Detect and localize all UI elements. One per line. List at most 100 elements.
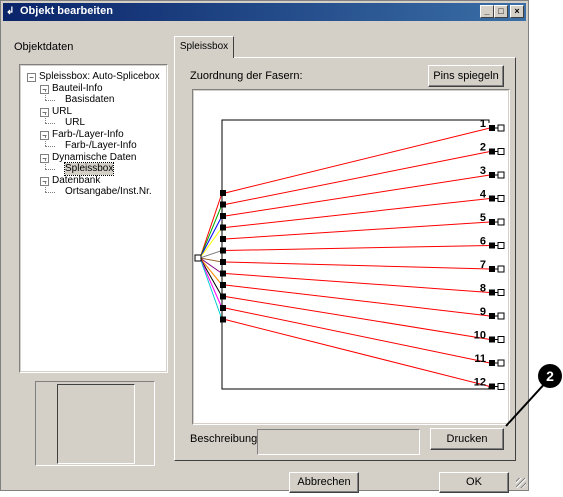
pin-label: 1: [480, 118, 486, 130]
tree-item[interactable]: Farb-/Layer-Info: [65, 140, 137, 152]
objektdaten-label: Objektdaten: [14, 41, 74, 53]
right-pin: [489, 266, 495, 272]
pin-connector: [497, 336, 505, 343]
minimize-button[interactable]: _: [480, 5, 494, 18]
left-pin: [220, 316, 226, 323]
pin-connector: [497, 312, 505, 320]
tree-item[interactable]: Farb-/Layer-Info: [52, 129, 124, 141]
tree-item[interactable]: Dynamische Daten: [52, 152, 136, 164]
right-pin: [489, 219, 495, 225]
tree-item[interactable]: Basisdaten: [65, 94, 114, 106]
tree-connector: [45, 136, 46, 146]
maximize-button[interactable]: □: [494, 5, 508, 18]
app-icon: ↲: [6, 6, 15, 17]
close-button[interactable]: ×: [510, 5, 524, 18]
splice-line: [224, 245, 491, 251]
pin-label: 7: [480, 259, 486, 271]
left-pin: [220, 259, 226, 265]
object-tree[interactable]: − Spleissbox: Auto-Splicebox − Bauteil-Info…: [21, 66, 166, 371]
window-title: Objekt bearbeiten: [20, 5, 113, 17]
pin-label: 3: [480, 165, 486, 177]
pin-connector: [497, 218, 505, 226]
input-connector: [194, 254, 202, 262]
tree-item[interactable]: Datenbank: [52, 175, 100, 187]
pin-label: 2: [480, 142, 486, 154]
splice-line: [224, 127, 491, 194]
tree-item[interactable]: Spleissbox: [63, 162, 115, 176]
mirror-pins-button[interactable]: Pins spiegeln: [428, 65, 504, 87]
pin-connector: [497, 265, 505, 273]
pin-label: 10: [474, 330, 486, 342]
preview-box: [57, 384, 135, 464]
left-pin: [220, 247, 226, 254]
tree-connector: [45, 90, 46, 100]
splice-canvas: 1 2 3 4 5 6 7 8 9 10 11 12: [194, 91, 508, 423]
splice-line: [224, 174, 491, 217]
tree-connector: [45, 192, 55, 193]
tree-connector: [45, 169, 55, 170]
description-label: Beschreibung:: [190, 433, 261, 445]
left-pin: [220, 190, 226, 196]
right-pin: [489, 148, 495, 155]
splice-line: [224, 319, 491, 387]
tree-item[interactable]: URL: [65, 117, 85, 129]
left-pin: [220, 236, 226, 242]
pin-label: 4: [480, 189, 487, 201]
tree-item[interactable]: Bauteil-Info: [52, 83, 103, 95]
right-pin: [489, 125, 495, 131]
right-pin: [489, 383, 495, 390]
fiber-line: [199, 257, 223, 297]
pin-label: 9: [480, 306, 486, 318]
left-pin: [220, 305, 226, 311]
pin-connector: [497, 195, 505, 202]
splice-line: [224, 296, 491, 340]
right-pin: [489, 195, 495, 202]
pin-label: 5: [480, 212, 486, 224]
cancel-button[interactable]: Abbrechen: [289, 472, 359, 493]
tree-connector: [45, 100, 55, 101]
tree-item[interactable]: Spleissbox: Auto-Splicebox: [39, 71, 160, 83]
splice-line: [224, 221, 491, 240]
tree-item[interactable]: Ortsangabe/Inst.Nr.: [65, 186, 152, 198]
pin-label: 12: [474, 377, 486, 389]
callout-overlay: 2: [505, 364, 562, 427]
box-outline: [221, 119, 490, 390]
left-pin: [220, 201, 226, 208]
ok-button[interactable]: OK: [439, 472, 509, 493]
tree-item[interactable]: URL: [52, 106, 72, 118]
pin-label: 6: [480, 236, 486, 248]
pin-connector: [497, 124, 505, 132]
title-bar[interactable]: ↲ Objekt bearbeiten _ □ ×: [3, 3, 526, 21]
left-pin: [220, 213, 226, 219]
right-pin: [489, 172, 495, 178]
fiber-line: [199, 257, 223, 320]
left-pin: [220, 282, 226, 288]
right-pin: [489, 360, 495, 366]
callout-number: 2: [546, 368, 554, 384]
pin-connector: [497, 289, 505, 296]
pin-connector: [497, 148, 505, 155]
pin-connector: [497, 171, 505, 179]
splice-line: [224, 151, 491, 205]
splice-line: [224, 307, 491, 364]
left-pin: [220, 293, 226, 300]
dialog-window: ↲ Objekt bearbeiten _ □ × Objektdaten − S…: [0, 0, 529, 493]
right-pin: [489, 289, 495, 296]
pin-label: 8: [480, 283, 486, 295]
print-button[interactable]: Drucken: [430, 428, 504, 450]
left-pin: [220, 270, 226, 277]
tree-expander-icon[interactable]: −: [27, 73, 36, 82]
tree-connector: [45, 123, 55, 124]
tree-connector: [45, 146, 55, 147]
splice-line: [224, 261, 491, 270]
description-input[interactable]: [257, 429, 420, 455]
tree-connector: [45, 182, 46, 192]
resize-grip[interactable]: [516, 478, 526, 488]
left-pin: [220, 224, 226, 231]
right-pin: [489, 313, 495, 319]
pin-connector: [497, 242, 505, 249]
tab-spleissbox[interactable]: Spleissbox: [174, 36, 234, 58]
tree-connector: [45, 113, 46, 123]
callout-line: [505, 379, 549, 427]
tree-connector: [45, 159, 46, 169]
